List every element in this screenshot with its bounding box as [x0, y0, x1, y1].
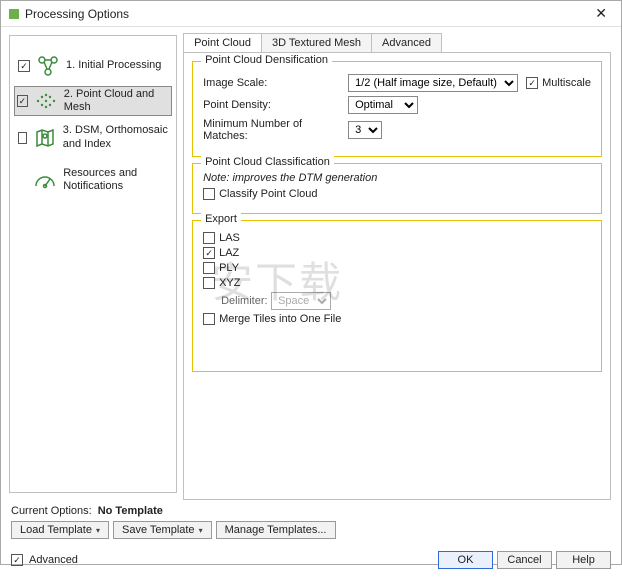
multiscale-label: Multiscale — [542, 77, 591, 89]
checkbox-icon[interactable] — [18, 132, 27, 144]
checkbox-icon[interactable] — [203, 262, 215, 274]
merge-tiles-label: Merge Tiles into One File — [219, 313, 341, 325]
legend: Point Cloud Classification — [201, 156, 334, 168]
step-resources-notifications[interactable]: Resources and Notifications — [14, 159, 172, 201]
checkbox-icon[interactable]: ✓ — [11, 554, 23, 566]
legend: Export — [201, 213, 241, 225]
export-las-label: LAS — [219, 232, 240, 244]
step-label: 1. Initial Processing — [66, 59, 161, 72]
step-label: 3. DSM, Orthomosaic and Index — [63, 124, 168, 150]
image-scale-label: Image Scale: — [203, 77, 348, 89]
legend: Point Cloud Densification — [201, 54, 332, 66]
map-icon — [33, 126, 57, 150]
step-label: Resources and Notifications — [63, 167, 168, 193]
checkbox-icon[interactable] — [203, 188, 215, 200]
content-area: Point Cloud 3D Textured Mesh Advanced Po… — [183, 27, 621, 501]
help-button[interactable]: Help — [556, 551, 611, 569]
tabs: Point Cloud 3D Textured Mesh Advanced — [183, 33, 611, 52]
step-initial-processing[interactable]: ✓ 1. Initial Processing — [14, 46, 172, 86]
checkbox-icon[interactable] — [203, 313, 215, 325]
point-density-select[interactable]: Optimal — [348, 96, 418, 114]
group-densification: Point Cloud Densification Image Scale: 1… — [192, 61, 602, 157]
min-matches-label: Minimum Number of Matches: — [203, 118, 348, 142]
step-label: 2. Point Cloud and Mesh — [64, 88, 169, 114]
app-icon — [9, 9, 19, 19]
checkbox-icon[interactable]: ✓ — [526, 77, 538, 89]
save-template-button[interactable]: Save Template — [113, 521, 212, 539]
export-laz-label: LAZ — [219, 247, 239, 259]
step-point-cloud-mesh[interactable]: ✓ 2. Point Cloud and Mesh — [14, 86, 172, 116]
step-dsm-orthomosaic[interactable]: 3. DSM, Orthomosaic and Index — [14, 116, 172, 158]
group-export: Export LAS ✓LAZ PLY XYZ Delimiter: Space… — [192, 220, 602, 372]
ok-button[interactable]: OK — [438, 551, 493, 569]
checkbox-icon[interactable]: ✓ — [203, 247, 215, 259]
checkbox-icon[interactable] — [203, 232, 215, 244]
checkbox-icon[interactable] — [203, 277, 215, 289]
tab-point-cloud[interactable]: Point Cloud — [183, 33, 262, 52]
group-classification: Point Cloud Classification Note: improve… — [192, 163, 602, 214]
initial-processing-icon — [36, 54, 60, 78]
manage-templates-button[interactable]: Manage Templates... — [216, 521, 336, 539]
classification-note: Note: improves the DTM generation — [203, 172, 591, 184]
tab-3d-textured-mesh[interactable]: 3D Textured Mesh — [261, 33, 372, 52]
sidebar: ✓ 1. Initial Processing ✓ 2. Point Cloud… — [1, 27, 183, 501]
close-icon[interactable]: ✕ — [589, 3, 613, 24]
min-matches-select[interactable]: 3 — [348, 121, 382, 139]
bottom-bar: ✓ Advanced OK Cancel Help — [1, 547, 621, 577]
delimiter-select: Space — [271, 292, 331, 310]
no-template-label: No Template — [98, 505, 163, 517]
point-density-label: Point Density: — [203, 99, 348, 111]
delimiter-label: Delimiter: — [221, 295, 271, 307]
gauge-icon — [33, 168, 57, 192]
checkbox-icon[interactable]: ✓ — [17, 95, 28, 107]
titlebar: Processing Options ✕ — [1, 1, 621, 27]
classify-label: Classify Point Cloud — [219, 188, 317, 200]
current-options-label: Current Options: — [11, 505, 92, 517]
advanced-label: Advanced — [29, 554, 78, 566]
cancel-button[interactable]: Cancel — [497, 551, 552, 569]
point-cloud-icon — [34, 89, 58, 113]
window-title: Processing Options — [25, 7, 589, 21]
export-xyz-label: XYZ — [219, 277, 240, 289]
export-ply-label: PLY — [219, 262, 239, 274]
image-scale-select[interactable]: 1/2 (Half image size, Default) — [348, 74, 518, 92]
footer: Current Options: No Template Load Templa… — [1, 501, 621, 547]
load-template-button[interactable]: Load Template — [11, 521, 109, 539]
tab-advanced[interactable]: Advanced — [371, 33, 442, 52]
checkbox-icon[interactable]: ✓ — [18, 60, 30, 72]
